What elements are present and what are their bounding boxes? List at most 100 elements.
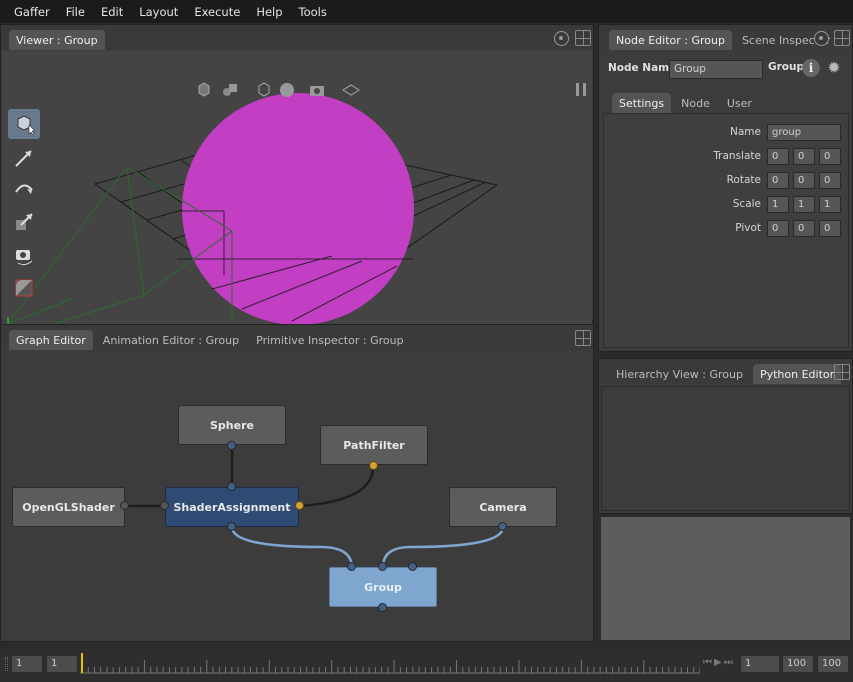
node-camera[interactable]: Camera <box>449 487 557 527</box>
cube-select-icon <box>17 115 35 135</box>
node-sphere[interactable]: Sphere <box>178 405 286 445</box>
plug-shaderassignment-out[interactable] <box>227 522 236 531</box>
node-name-field[interactable]: Group <box>669 60 763 79</box>
layout-split-icon[interactable] <box>575 30 591 46</box>
layout-split-icon[interactable] <box>834 30 850 46</box>
rotate-z-field[interactable]: 0 <box>819 172 841 189</box>
panel-options-icon[interactable] <box>554 31 569 46</box>
node-pathfilter[interactable]: PathFilter <box>320 425 428 465</box>
plug-group-out[interactable] <box>378 603 387 612</box>
playhead[interactable] <box>81 653 83 673</box>
subtab-user[interactable]: User <box>720 93 759 113</box>
frame-ruler[interactable] <box>80 652 700 678</box>
scale-y-field[interactable]: 1 <box>793 196 815 213</box>
plug-group-in2[interactable] <box>408 562 417 571</box>
layout-split-icon[interactable] <box>834 364 850 380</box>
viewport-3d[interactable] <box>2 51 592 343</box>
solid-shading-icon[interactable] <box>278 81 296 99</box>
gear-icon[interactable]: ✹ <box>825 59 843 77</box>
selection-tool-button[interactable] <box>8 109 40 139</box>
scale-tool-button[interactable] <box>8 207 40 237</box>
plug-openglshader-out[interactable] <box>120 501 129 510</box>
menu-bar: Gaffer File Edit Layout Execute Help Too… <box>0 0 853 23</box>
param-pivot-label: Pivot <box>735 222 761 234</box>
param-name-field[interactable]: group <box>767 124 841 141</box>
node-editor-panel: Node Editor : Group Scene Inspector Node… <box>598 24 853 352</box>
node-shaderassignment[interactable]: ShaderAssignment <box>165 487 299 527</box>
python-input-area[interactable] <box>600 516 851 641</box>
menu-execute[interactable]: Execute <box>194 5 240 19</box>
crop-window-tool-button[interactable] <box>8 273 40 303</box>
plug-group-in0[interactable] <box>347 562 356 571</box>
rotate-y-field[interactable]: 0 <box>793 172 815 189</box>
camera-tool-icon <box>16 250 33 266</box>
end-frame-field[interactable]: 100 <box>782 655 814 673</box>
python-output-area[interactable] <box>601 386 850 511</box>
pivot-y-field[interactable]: 0 <box>793 220 815 237</box>
graph-tab-row: Graph Editor Animation Editor : Group Pr… <box>1 325 593 350</box>
node-graph[interactable]: Sphere PathFilter OpenGLShader ShaderAss… <box>1 351 593 641</box>
node-openglshader[interactable]: OpenGLShader <box>12 487 125 527</box>
transport-controls: ⏮ ▶ ⏭ <box>703 657 733 668</box>
scale-x-field[interactable]: 1 <box>767 196 789 213</box>
tab-python-editor[interactable]: Python Editor <box>752 364 842 384</box>
plug-sphere-out[interactable] <box>227 441 236 450</box>
node-group[interactable]: Group <box>329 567 437 607</box>
plug-pathfilter-out[interactable] <box>369 461 378 470</box>
frame-field[interactable]: 1 <box>740 655 780 673</box>
play-icon[interactable]: ▶ <box>714 657 722 668</box>
translate-tool-button[interactable] <box>8 143 40 173</box>
start-frame-field[interactable]: 1 <box>11 655 43 673</box>
menu-file[interactable]: File <box>66 5 85 19</box>
plug-group-in1[interactable] <box>378 562 387 571</box>
plug-shaderassignment-filter[interactable] <box>295 501 304 510</box>
connection-filter <box>298 466 375 508</box>
tab-animation-editor[interactable]: Animation Editor : Group <box>96 330 246 350</box>
wireframe-icon[interactable] <box>255 81 273 99</box>
menu-edit[interactable]: Edit <box>101 5 123 19</box>
drawing-mode-icon[interactable] <box>195 81 213 99</box>
camera-tool-button[interactable] <box>8 241 40 271</box>
step-forward-icon[interactable]: ⏭ <box>724 657 733 668</box>
layout-split-icon[interactable] <box>575 330 591 346</box>
step-back-icon[interactable]: ⏮ <box>703 657 712 668</box>
rotate-icon <box>15 184 33 194</box>
rotate-x-field[interactable]: 0 <box>767 172 789 189</box>
tab-graph-editor[interactable]: Graph Editor <box>9 330 93 350</box>
viewer-panel: Viewer : Group <box>0 24 594 343</box>
tab-node-editor[interactable]: Node Editor : Group <box>609 30 732 50</box>
crop-window-icon <box>15 279 33 297</box>
camera-icon[interactable] <box>308 81 326 99</box>
translate-y-field[interactable]: 0 <box>793 148 815 165</box>
translate-x-field[interactable]: 0 <box>767 148 789 165</box>
menu-help[interactable]: Help <box>256 5 282 19</box>
graph-panel: Graph Editor Animation Editor : Group Pr… <box>0 324 594 642</box>
range-end-field[interactable]: 100 <box>817 655 849 673</box>
pause-icon[interactable] <box>576 83 586 96</box>
viewport-scene <box>2 93 499 343</box>
menu-layout[interactable]: Layout <box>139 5 178 19</box>
info-icon[interactable]: i <box>802 59 820 77</box>
subtab-node[interactable]: Node <box>674 93 717 113</box>
timeline-bar: 1 1 ⏮ ▶ ⏭ 1 100 100 <box>0 648 853 682</box>
pivot-z-field[interactable]: 0 <box>819 220 841 237</box>
tab-viewer[interactable]: Viewer : Group <box>9 30 105 50</box>
plug-camera-out[interactable] <box>498 522 507 531</box>
grid-toggle-icon[interactable] <box>342 81 360 99</box>
scale-z-field[interactable]: 1 <box>819 196 841 213</box>
menu-tools[interactable]: Tools <box>299 5 327 19</box>
menu-gaffer[interactable]: Gaffer <box>14 5 50 19</box>
pivot-x-field[interactable]: 0 <box>767 220 789 237</box>
plug-shaderassignment-shader[interactable] <box>160 501 169 510</box>
rotate-tool-button[interactable] <box>8 176 40 206</box>
subtab-settings[interactable]: Settings <box>612 93 672 113</box>
tab-primitive-inspector[interactable]: Primitive Inspector : Group <box>249 330 410 350</box>
sphere-object <box>182 93 414 325</box>
panel-options-icon[interactable] <box>814 31 829 46</box>
translate-z-field[interactable]: 0 <box>819 148 841 165</box>
tab-hierarchy-view[interactable]: Hierarchy View : Group <box>609 364 750 384</box>
shading-mode-icon[interactable] <box>221 81 239 99</box>
settings-pane: Name group Translate 0 0 0 Rotate 0 0 0 … <box>603 113 849 348</box>
plug-shaderassignment-in[interactable] <box>227 482 236 491</box>
current-start-field[interactable]: 1 <box>46 655 78 673</box>
